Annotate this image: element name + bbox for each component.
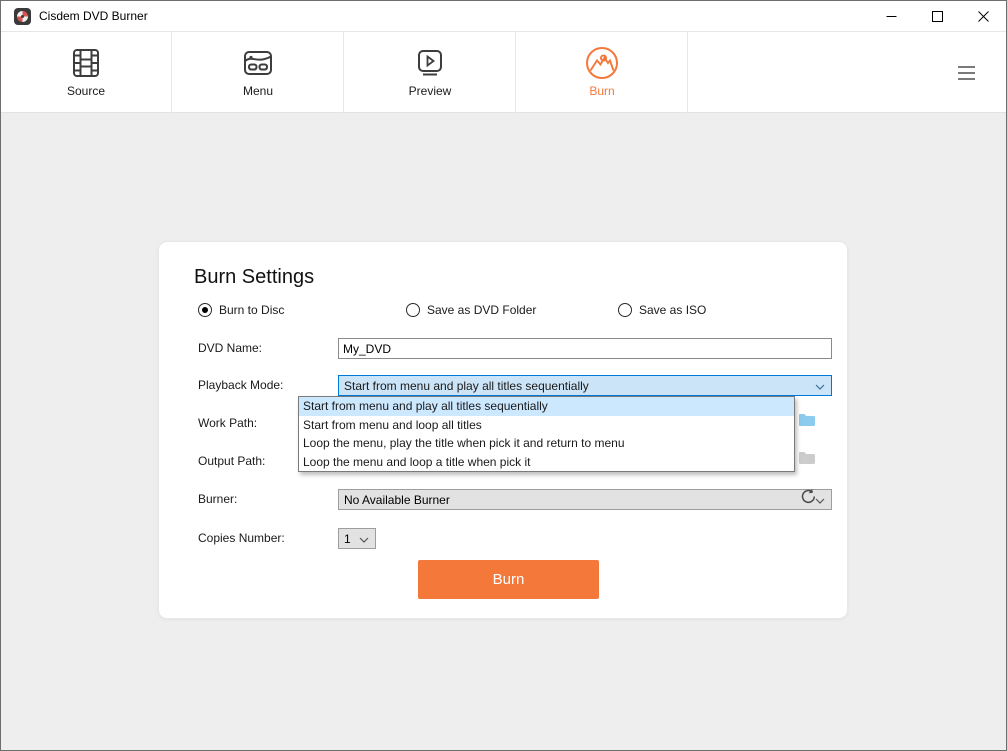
burn-disc-icon [584, 45, 620, 81]
work-path-browse-button[interactable] [798, 412, 818, 430]
minimize-icon [886, 11, 897, 22]
playback-mode-dropdown-list: Start from menu and play all titles sequ… [298, 396, 795, 472]
playback-mode-row: Playback Mode: Start from menu and play … [198, 375, 820, 396]
radio-button-icon [198, 303, 212, 317]
film-strip-icon [69, 45, 103, 81]
app-window: Cisdem DVD Burner [0, 0, 1007, 751]
radio-burn-to-disc[interactable]: Burn to Disc [198, 303, 284, 317]
dvd-name-row: DVD Name: [198, 338, 820, 359]
refresh-icon [800, 488, 817, 505]
app-logo-icon [14, 8, 31, 25]
content-area: Burn Settings Burn to Disc Save as DVD F… [1, 114, 1006, 750]
window-controls [868, 1, 1006, 31]
preview-player-icon [413, 45, 447, 81]
folder-gray-icon [798, 450, 816, 466]
burn-button[interactable]: Burn [418, 560, 599, 599]
chevron-down-icon [359, 537, 369, 543]
burner-select[interactable]: No Available Burner [338, 489, 832, 510]
minimize-button[interactable] [868, 1, 914, 31]
toolbar: Source Menu Prev [1, 31, 1006, 113]
burner-label: Burner: [198, 489, 237, 510]
burner-value: No Available Burner [344, 493, 450, 507]
playback-option[interactable]: Loop the menu and loop a title when pick… [299, 453, 794, 472]
playback-mode-value: Start from menu and play all titles sequ… [344, 379, 589, 393]
playback-option[interactable]: Loop the menu, play the title when pick … [299, 434, 794, 453]
radio-label: Save as DVD Folder [427, 303, 536, 317]
folder-blue-icon [798, 412, 816, 428]
tab-preview-label: Preview [409, 84, 452, 98]
radio-save-as-dvd-folder[interactable]: Save as DVD Folder [406, 303, 536, 317]
window-title: Cisdem DVD Burner [39, 9, 148, 23]
copies-number-select[interactable]: 1 [338, 528, 376, 549]
tab-source-label: Source [67, 84, 105, 98]
tab-menu[interactable]: Menu [173, 32, 344, 113]
maximize-button[interactable] [914, 1, 960, 31]
title-bar: Cisdem DVD Burner [1, 1, 1006, 31]
hamburger-menu-icon[interactable] [958, 66, 975, 84]
close-button[interactable] [960, 1, 1006, 31]
output-path-label: Output Path: [198, 451, 265, 472]
playback-option[interactable]: Start from menu and loop all titles [299, 416, 794, 435]
tab-source[interactable]: Source [1, 32, 172, 113]
panel-title: Burn Settings [194, 266, 314, 289]
playback-mode-label: Playback Mode: [198, 375, 283, 396]
dvd-name-label: DVD Name: [198, 338, 262, 359]
work-path-label: Work Path: [198, 413, 257, 434]
burn-settings-panel: Burn Settings Burn to Disc Save as DVD F… [158, 241, 848, 619]
output-path-browse-button[interactable] [798, 450, 818, 468]
tab-preview[interactable]: Preview [345, 32, 516, 113]
playback-mode-select[interactable]: Start from menu and play all titles sequ… [338, 375, 832, 396]
burner-row: Burner: No Available Burner [198, 489, 820, 510]
radio-button-icon [618, 303, 632, 317]
playback-option[interactable]: Start from menu and play all titles sequ… [299, 397, 794, 416]
radio-save-as-iso[interactable]: Save as ISO [618, 303, 706, 317]
close-icon [978, 11, 989, 22]
maximize-icon [932, 11, 943, 22]
tab-burn[interactable]: Burn [517, 32, 688, 113]
copies-number-row: Copies Number: 1 [198, 528, 820, 549]
copies-number-value: 1 [344, 532, 351, 546]
chevron-down-icon [815, 384, 825, 390]
output-type-radios: Burn to Disc Save as DVD Folder Save as … [159, 303, 847, 321]
menu-template-icon [241, 45, 275, 81]
dvd-name-input[interactable] [338, 338, 832, 359]
radio-label: Save as ISO [639, 303, 706, 317]
copies-number-label: Copies Number: [198, 528, 285, 549]
refresh-burner-button[interactable] [800, 488, 820, 506]
tab-burn-label: Burn [589, 84, 614, 98]
radio-label: Burn to Disc [219, 303, 284, 317]
radio-button-icon [406, 303, 420, 317]
tab-menu-label: Menu [243, 84, 273, 98]
